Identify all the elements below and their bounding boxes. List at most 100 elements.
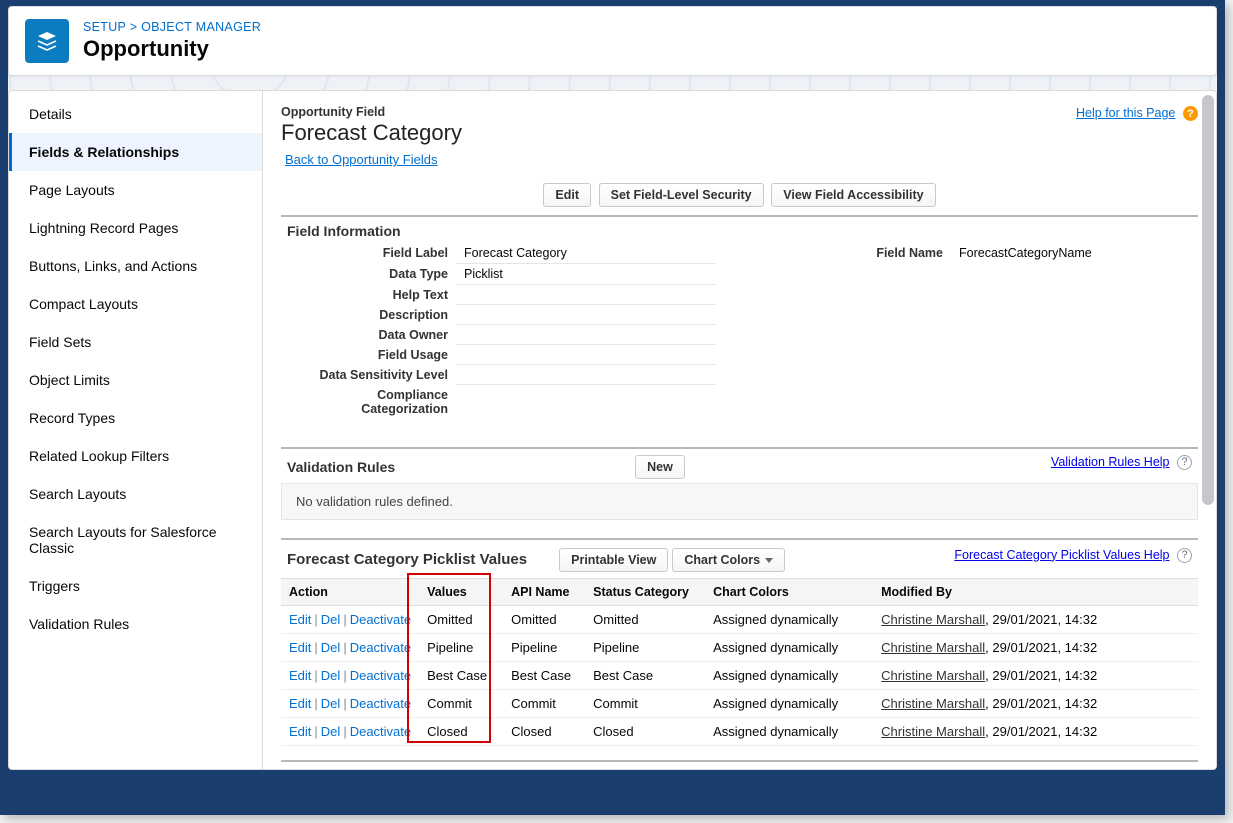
fi-label-field-usage: Field Usage [281,345,456,365]
sidebar-item-record-types[interactable]: Record Types [9,399,262,437]
back-link[interactable]: Back to Opportunity Fields [285,152,437,167]
cell-colors: Assigned dynamically [705,717,873,745]
fi-value-data-type: Picklist [456,264,716,285]
edit-link[interactable]: Edit [289,696,311,711]
picklist-values-section: Forecast Category Picklist Values Printa… [281,538,1198,746]
col-modified: Modified By [873,578,1198,605]
inactive-values-title: Inactive Values [281,762,1198,770]
fi-value-field-usage [456,345,716,365]
breadcrumb[interactable]: SETUP > OBJECT MANAGER [83,20,261,34]
modified-time: , 29/01/2021, 14:32 [985,640,1097,655]
deactivate-link[interactable]: Deactivate [350,724,411,739]
table-row: Edit|Del|DeactivateClosedClosedClosedAss… [281,717,1198,745]
deactivate-link[interactable]: Deactivate [350,696,411,711]
validation-rules-section: Validation Rules New Validation Rules He… [281,447,1198,520]
field-information-table: Field Label Forecast Category Field Name… [281,243,1198,419]
deactivate-link[interactable]: Deactivate [350,640,411,655]
edit-link[interactable]: Edit [289,612,311,627]
sidebar-item-fields-relationships[interactable]: Fields & Relationships [9,133,262,171]
cell-api: Omitted [503,605,585,633]
sidebar-item-compact-layouts[interactable]: Compact Layouts [9,285,262,323]
col-api: API Name [503,578,585,605]
modified-user-link[interactable]: Christine Marshall [881,668,985,683]
fi-label-compliance: Compliance Categorization [281,385,456,419]
deactivate-link[interactable]: Deactivate [350,612,411,627]
cell-status: Best Case [585,661,705,689]
cell-value: Best Case [419,661,503,689]
view-field-accessibility-button[interactable]: View Field Accessibility [771,183,935,207]
modified-time: , 29/01/2021, 14:32 [985,724,1097,739]
sidebar-item-buttons-links-and-actions[interactable]: Buttons, Links, and Actions [9,247,262,285]
del-link[interactable]: Del [321,640,341,655]
inactive-values-section: Inactive Values [281,760,1198,770]
sidebar-item-object-limits[interactable]: Object Limits [9,361,262,399]
modified-user-link[interactable]: Christine Marshall [881,696,985,711]
scrollbar-thumb[interactable] [1202,95,1214,505]
cell-modified: Christine Marshall, 29/01/2021, 14:32 [873,633,1198,661]
edit-link[interactable]: Edit [289,640,311,655]
field-information-section: Field Information Field Label Forecast C… [281,215,1198,419]
sidebar-item-related-lookup-filters[interactable]: Related Lookup Filters [9,437,262,475]
del-link[interactable]: Del [321,696,341,711]
validation-rules-title: Validation Rules [287,459,395,475]
help-icon[interactable]: ? [1183,106,1198,121]
main-area: DetailsFields & RelationshipsPage Layout… [8,90,1217,770]
cell-status: Commit [585,689,705,717]
chart-colors-button[interactable]: Chart Colors [672,548,785,572]
cell-status: Closed [585,717,705,745]
sidebar-item-field-sets[interactable]: Field Sets [9,323,262,361]
validation-rules-empty: No validation rules defined. [281,483,1198,520]
help-for-page-link[interactable]: Help for this Page [1076,106,1175,120]
modified-user-link[interactable]: Christine Marshall [881,640,985,655]
col-colors: Chart Colors [705,578,873,605]
table-row: Edit|Del|DeactivateBest CaseBest CaseBes… [281,661,1198,689]
fi-label-description: Description [281,305,456,325]
modified-user-link[interactable]: Christine Marshall [881,724,985,739]
sidebar-item-search-layouts[interactable]: Search Layouts [9,475,262,513]
cell-colors: Assigned dynamically [705,689,873,717]
fi-value-help-text [456,285,716,305]
sidebar-item-search-layouts-for-salesforce-classic[interactable]: Search Layouts for Salesforce Classic [9,513,262,567]
col-values: Values [419,578,503,605]
edit-link[interactable]: Edit [289,668,311,683]
modified-time: , 29/01/2021, 14:32 [985,668,1097,683]
question-icon[interactable]: ? [1177,455,1192,470]
cell-modified: Christine Marshall, 29/01/2021, 14:32 [873,689,1198,717]
sidebar-item-lightning-record-pages[interactable]: Lightning Record Pages [9,209,262,247]
picklist-values-help-link[interactable]: Forecast Category Picklist Values Help [954,548,1169,562]
picklist-table: Action Values API Name Status Category C… [281,578,1198,746]
modified-user-link[interactable]: Christine Marshall [881,612,985,627]
set-fls-button[interactable]: Set Field-Level Security [599,183,764,207]
del-link[interactable]: Del [321,612,341,627]
sidebar-item-triggers[interactable]: Triggers [9,567,262,605]
fi-value-data-owner [456,325,716,345]
picklist-values-title: Forecast Category Picklist Values [287,551,527,568]
edit-button[interactable]: Edit [543,183,591,207]
validation-rules-help-link[interactable]: Validation Rules Help [1051,455,1170,469]
cell-value: Closed [419,717,503,745]
sidebar-item-details[interactable]: Details [9,95,262,133]
cell-modified: Christine Marshall, 29/01/2021, 14:32 [873,605,1198,633]
fi-label-sensitivity: Data Sensitivity Level [281,365,456,385]
sidebar: DetailsFields & RelationshipsPage Layout… [9,91,263,769]
cell-value: Omitted [419,605,503,633]
fi-label-data-owner: Data Owner [281,325,456,345]
col-status: Status Category [585,578,705,605]
del-link[interactable]: Del [321,724,341,739]
cell-colors: Assigned dynamically [705,605,873,633]
cell-api: Pipeline [503,633,585,661]
col-action: Action [281,578,419,605]
page-title: Opportunity [83,36,261,62]
edit-link[interactable]: Edit [289,724,311,739]
question-icon[interactable]: ? [1177,548,1192,563]
new-validation-rule-button[interactable]: New [635,455,685,479]
object-manager-icon [25,19,69,63]
scrollbar[interactable] [1202,95,1214,765]
del-link[interactable]: Del [321,668,341,683]
printable-view-button[interactable]: Printable View [559,548,668,572]
cell-api: Closed [503,717,585,745]
deactivate-link[interactable]: Deactivate [350,668,411,683]
sidebar-item-page-layouts[interactable]: Page Layouts [9,171,262,209]
fi-label-field-label: Field Label [281,243,456,264]
sidebar-item-validation-rules[interactable]: Validation Rules [9,605,262,643]
